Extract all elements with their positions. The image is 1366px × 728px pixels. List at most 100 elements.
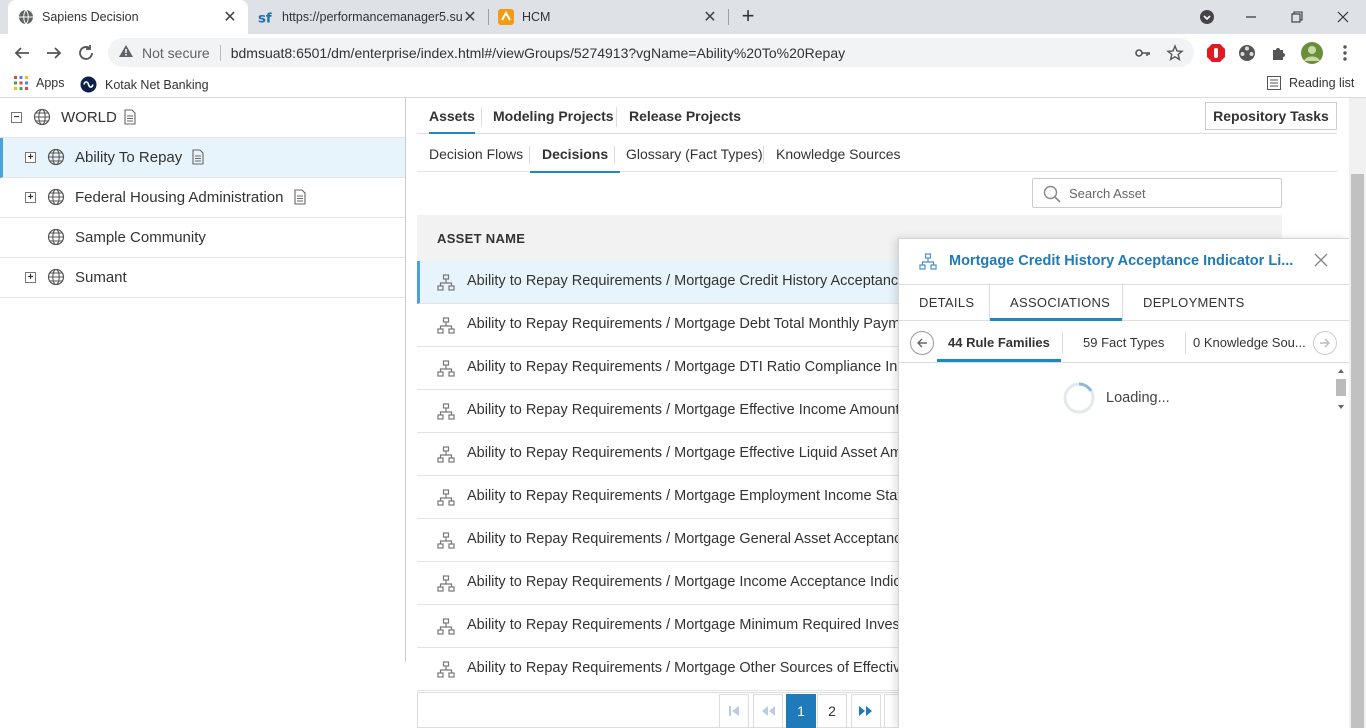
profile-avatar-icon[interactable] — [1300, 41, 1324, 65]
globe-icon — [18, 9, 34, 25]
document-icon[interactable] — [124, 109, 136, 125]
expand-icon[interactable]: + — [25, 272, 36, 283]
expand-icon[interactable]: + — [25, 192, 36, 203]
decision-hierarchy-icon — [919, 253, 937, 274]
active-subtab-indicator — [937, 359, 1061, 362]
tab-divider — [1185, 332, 1186, 354]
tab-decisions[interactable]: Decisions — [530, 146, 621, 173]
loading-indicator: Loading... — [1062, 381, 1170, 415]
tab-title: Sapiens Decision — [42, 10, 139, 24]
previous-page-icon[interactable] — [753, 694, 783, 728]
asset-name[interactable]: Ability to Repay Requirements / Mortgage… — [467, 359, 941, 375]
next-page-icon[interactable] — [851, 694, 881, 728]
minimize-icon[interactable] — [1228, 0, 1274, 34]
bookmark-kotak[interactable]: Kotak Net Banking — [80, 76, 209, 93]
asset-name[interactable]: Ability to Repay Requirements / Mortgage… — [467, 574, 926, 590]
document-icon[interactable] — [192, 149, 204, 165]
scrollbar-thumb[interactable] — [1351, 174, 1364, 728]
tab-details[interactable]: DETAILS — [919, 295, 974, 310]
page-1-button[interactable]: 1 — [786, 694, 816, 728]
page-scrollbar[interactable] — [1349, 98, 1366, 728]
tab-search-icon[interactable] — [1184, 0, 1230, 34]
tab-title: https://performancemanager5.su — [282, 10, 462, 24]
tab-sapiens-decision[interactable]: Sapiens Decision ✕ — [8, 0, 248, 34]
tree-item-federal-housing-administration[interactable]: + Federal Housing Administration — [0, 178, 405, 218]
tab-divider — [763, 146, 764, 164]
url-text[interactable]: bdmsuat8:6501/dm/enterprise/index.html#/… — [231, 45, 845, 61]
omnibox-divider — [219, 44, 221, 61]
key-icon[interactable] — [1134, 44, 1152, 62]
scroll-left-icon[interactable] — [910, 331, 934, 355]
tab-assets[interactable]: Assets — [429, 108, 475, 134]
tree-item-sumant[interactable]: + Sumant — [0, 258, 405, 298]
main-tabs: Assets Modeling Projects Release Project… — [417, 98, 1337, 134]
asset-name[interactable]: Ability to Repay Requirements / Mortgage… — [467, 402, 900, 418]
panel-tabs: DETAILS ASSOCIATIONS DEPLOYMENTS — [899, 285, 1349, 321]
hcm-logo-icon — [498, 9, 514, 25]
asset-name[interactable]: Ability to Repay Requirements / Mortgage… — [467, 531, 909, 547]
column-header-asset-name[interactable]: ASSET NAME — [437, 231, 525, 246]
tab-fact-types[interactable]: 59 Fact Types — [1083, 335, 1164, 350]
address-bar[interactable]: Not secure bdmsuat8:6501/dm/enterprise/i… — [108, 38, 1194, 67]
panel-title: Mortgage Credit History Acceptance Indic… — [949, 253, 1294, 269]
document-icon[interactable] — [294, 189, 306, 205]
decision-hierarchy-icon — [437, 360, 455, 378]
tab-hcm[interactable]: HCM ✕ — [488, 0, 728, 34]
tree-item-label: WORLD — [61, 109, 117, 126]
decision-hierarchy-icon — [437, 317, 455, 335]
loading-spinner-icon — [1063, 382, 1095, 414]
bookmark-label: Apps — [36, 76, 65, 90]
expand-icon[interactable]: + — [25, 152, 36, 163]
collapse-icon[interactable]: − — [11, 112, 22, 123]
close-tab-icon[interactable]: ✕ — [222, 7, 238, 27]
tree-item-sample-community[interactable]: Sample Community — [0, 218, 405, 258]
svg-text:sf: sf — [258, 11, 272, 25]
asset-name[interactable]: Ability to Repay Requirements / Mortgage… — [467, 445, 930, 461]
close-tab-icon[interactable]: ✕ — [702, 7, 718, 27]
tab-performance-manager[interactable]: sf https://performancemanager5.su ✕ — [248, 0, 488, 34]
tab-rule-families[interactable]: 44 Rule Families — [948, 335, 1050, 350]
close-tab-icon[interactable]: ✕ — [462, 7, 478, 27]
forward-arrow-icon[interactable] — [42, 41, 66, 65]
tab-knowledge-sources[interactable]: 0 Knowledge Sou... — [1193, 335, 1306, 350]
tab-knowledge-sources[interactable]: Knowledge Sources — [776, 146, 901, 162]
film-reel-extension-icon[interactable] — [1237, 43, 1257, 63]
reading-list-button[interactable]: Reading list — [1267, 76, 1354, 90]
scroll-right-icon[interactable] — [1313, 331, 1337, 355]
close-icon[interactable] — [1313, 252, 1333, 272]
panel-scrollbar[interactable] — [1333, 365, 1349, 413]
asset-name[interactable]: Ability to Repay Requirements / Mortgage… — [467, 488, 917, 504]
tab-glossary-fact-types[interactable]: Glossary (Fact Types) — [626, 146, 763, 162]
page-2-button[interactable]: 2 — [817, 694, 847, 728]
asset-name[interactable]: Ability to Repay Requirements / Mortgage… — [467, 660, 960, 676]
search-asset-input[interactable] — [1067, 183, 1267, 203]
tab-release-projects[interactable]: Release Projects — [629, 108, 741, 124]
more-menu-icon[interactable] — [1333, 41, 1357, 65]
reading-list-icon — [1267, 76, 1281, 90]
tab-divider — [616, 107, 617, 127]
puzzle-extensions-icon[interactable] — [1269, 43, 1289, 63]
warning-icon[interactable] — [118, 44, 134, 61]
asset-name[interactable]: Ability to Repay Requirements / Mortgage… — [467, 617, 936, 633]
bookmark-apps[interactable]: Apps — [14, 76, 65, 90]
tab-deployments[interactable]: DEPLOYMENTS — [1143, 295, 1245, 310]
bookmark-star-icon[interactable] — [1166, 44, 1184, 62]
tab-associations[interactable]: ASSOCIATIONS — [1010, 295, 1110, 310]
restore-icon[interactable] — [1274, 0, 1320, 34]
tree-item-label: Ability To Repay — [75, 149, 183, 166]
asset-name[interactable]: Ability to Repay Requirements / Mortgage… — [467, 316, 920, 332]
tab-title: HCM — [522, 10, 551, 24]
new-tab-button[interactable]: + — [737, 5, 759, 29]
adblock-extension-icon[interactable] — [1206, 43, 1226, 63]
tree-item-world[interactable]: − WORLD — [0, 98, 405, 138]
tab-decision-flows[interactable]: Decision Flows — [429, 146, 523, 162]
reload-icon[interactable] — [74, 41, 98, 65]
tab-modeling-projects[interactable]: Modeling Projects — [493, 108, 614, 124]
panel-header: Mortgage Credit History Acceptance Indic… — [899, 239, 1349, 285]
first-page-icon[interactable] — [719, 694, 749, 728]
globe-icon — [47, 148, 65, 166]
window-close-icon[interactable] — [1320, 0, 1366, 34]
repository-tasks-button[interactable]: Repository Tasks — [1205, 102, 1337, 130]
back-arrow-icon[interactable] — [10, 41, 34, 65]
tree-item-ability-to-repay[interactable]: + Ability To Repay — [0, 138, 405, 178]
